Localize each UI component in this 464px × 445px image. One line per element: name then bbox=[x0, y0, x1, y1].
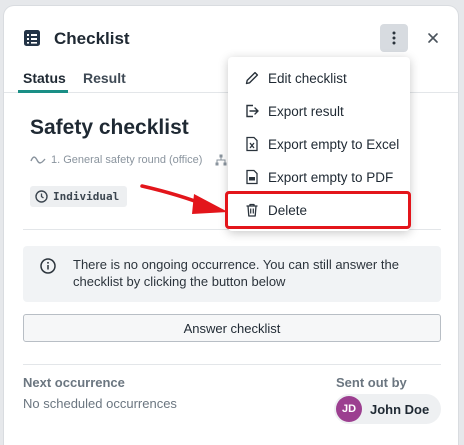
close-icon[interactable] bbox=[424, 29, 442, 47]
export-icon bbox=[246, 104, 259, 118]
org-chart-icon bbox=[215, 154, 227, 166]
user-chip[interactable]: JD John Doe bbox=[334, 394, 442, 424]
info-notice: There is no ongoing occurrence. You can … bbox=[23, 246, 441, 302]
menu-item-label: Export empty to PDF bbox=[268, 169, 394, 185]
menu-item-label: Edit checklist bbox=[268, 70, 347, 86]
menu-item-export-excel[interactable]: Export empty to Excel bbox=[228, 129, 410, 159]
answer-checklist-button[interactable]: Answer checklist bbox=[23, 314, 441, 342]
tab-status[interactable]: Status bbox=[23, 70, 66, 86]
badge-label: Individual bbox=[53, 190, 120, 203]
menu-item-export-result[interactable]: Export result bbox=[228, 96, 410, 126]
wave-icon bbox=[30, 156, 46, 164]
panel-title: Checklist bbox=[54, 29, 130, 48]
type-badge: Individual bbox=[30, 186, 128, 207]
next-occurrence-value: No scheduled occurrences bbox=[23, 396, 177, 411]
menu-item-label: Export empty to Excel bbox=[268, 136, 400, 152]
section-divider bbox=[23, 364, 441, 365]
user-name: John Doe bbox=[370, 401, 430, 417]
pencil-icon bbox=[245, 71, 259, 85]
list-icon bbox=[24, 30, 40, 46]
avatar: JD bbox=[336, 396, 362, 422]
more-options-button[interactable] bbox=[380, 24, 408, 52]
info-icon bbox=[40, 258, 56, 274]
clock-icon bbox=[35, 190, 48, 203]
annotation-arrow-icon bbox=[140, 184, 228, 214]
next-occurrence-label: Next occurrence bbox=[23, 375, 125, 390]
delete-highlight-box bbox=[225, 191, 411, 229]
menu-item-edit-checklist[interactable]: Edit checklist bbox=[228, 63, 410, 93]
active-tab-indicator bbox=[18, 90, 68, 93]
safety-round-label: 1. General safety round (office) bbox=[51, 154, 203, 166]
menu-item-export-pdf[interactable]: Export empty to PDF bbox=[228, 162, 410, 192]
checklist-title: Safety checklist bbox=[30, 116, 189, 139]
info-message: There is no ongoing occurrence. You can … bbox=[73, 257, 399, 289]
tab-result[interactable]: Result bbox=[83, 70, 126, 86]
pdf-file-icon bbox=[246, 169, 258, 185]
menu-item-label: Export result bbox=[268, 103, 344, 119]
sent-out-by-label: Sent out by bbox=[336, 375, 407, 390]
more-vertical-icon bbox=[392, 31, 396, 45]
excel-file-icon bbox=[246, 136, 258, 152]
